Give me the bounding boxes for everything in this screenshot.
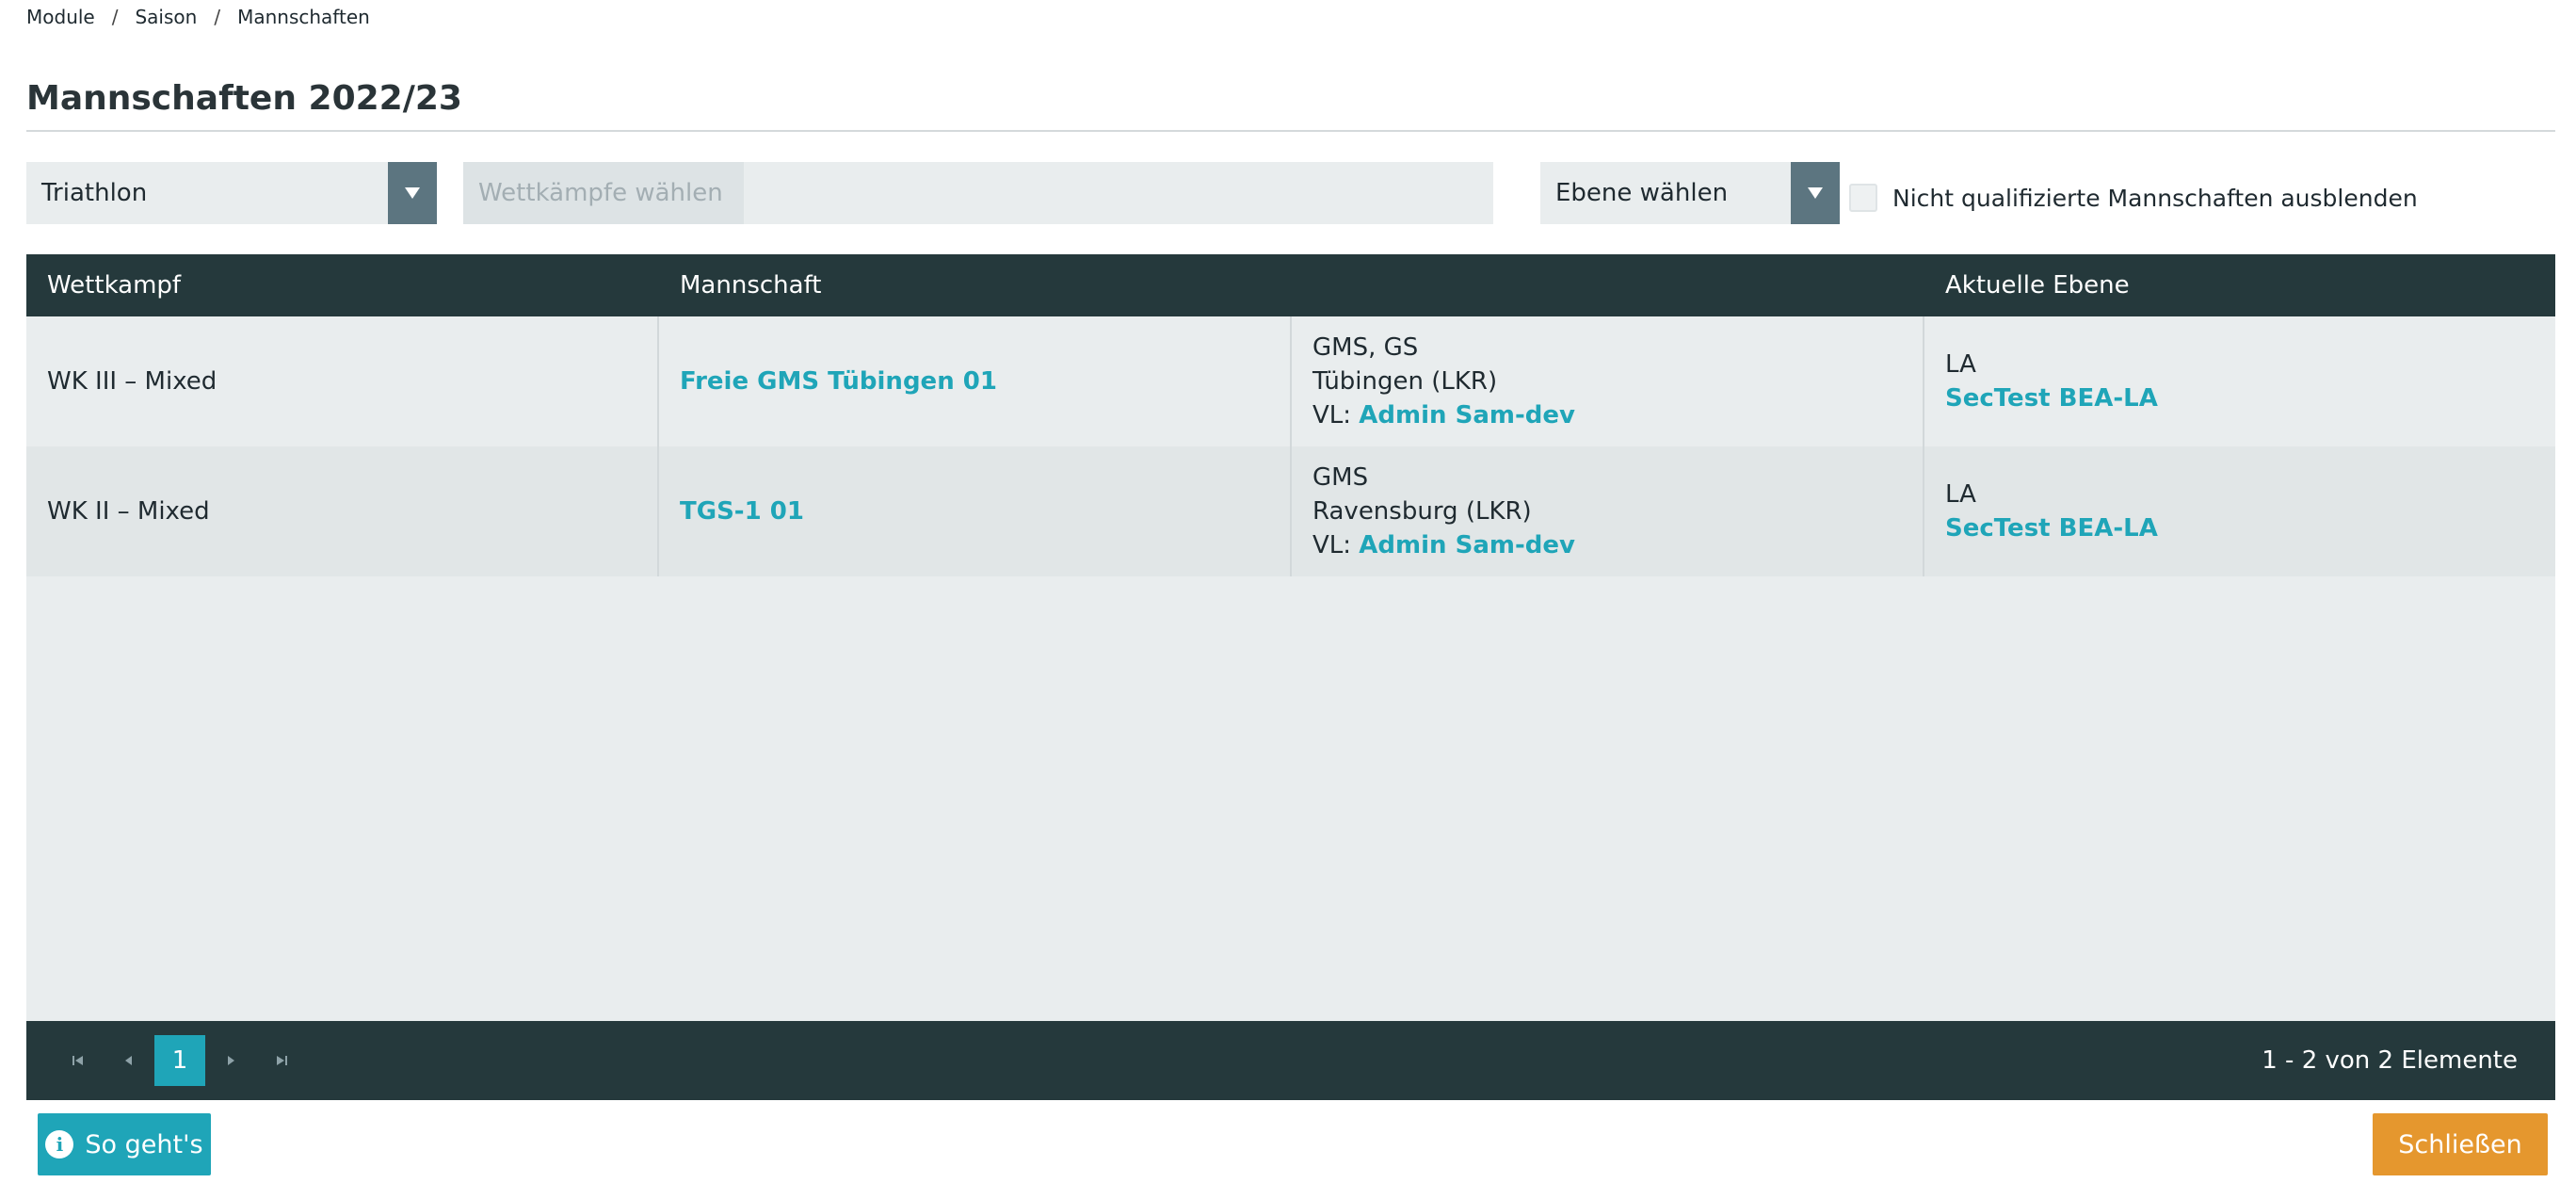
breadcrumb-separator: / <box>214 6 221 28</box>
prev-page-icon[interactable] <box>104 1035 154 1086</box>
school-type: GMS <box>1312 463 1369 492</box>
table-row: WK II – Mixed TGS-1 01 GMS Ravensburg (L… <box>26 446 2555 576</box>
level-code: LA <box>1945 350 1976 379</box>
column-header-wettkampf[interactable]: Wettkampf <box>26 254 659 316</box>
vl-link[interactable]: Admin Sam-dev <box>1359 401 1575 429</box>
cell-level: LA SecTest BEA-LA <box>1924 316 2555 446</box>
pagination-info: 1 - 2 von 2 Elemente <box>2262 1046 2518 1075</box>
column-header-ebene[interactable]: Aktuelle Ebene <box>1924 254 2555 316</box>
title-divider <box>26 130 2555 132</box>
school-type: GMS, GS <box>1312 333 1419 362</box>
competitions-multiselect[interactable]: Wettkämpfe wählen <box>463 162 1493 224</box>
cell-competition: WK III – Mixed <box>26 316 659 446</box>
competitions-placeholder: Wettkämpfe wählen <box>463 162 744 224</box>
breadcrumb: Module / Saison / Mannschaften <box>26 6 370 28</box>
help-button-label: So geht's <box>85 1129 203 1159</box>
help-button[interactable]: i So geht's <box>38 1113 211 1175</box>
page-title: Mannschaften 2022/23 <box>26 79 462 118</box>
vl-prefix: VL: <box>1312 531 1352 559</box>
first-page-icon[interactable] <box>53 1035 104 1086</box>
filter-bar: Triathlon Wettkämpfe wählen Ebene wählen… <box>26 162 2555 224</box>
pagination-bar: 1 1 - 2 von 2 Elemente <box>26 1021 2555 1100</box>
vl-line: VL: Admin Sam-dev <box>1312 398 1923 432</box>
cell-school: GMS, GS Tübingen (LKR) VL: Admin Sam-dev <box>1292 316 1924 446</box>
level-select-value: Ebene wählen <box>1555 179 1729 207</box>
close-button[interactable]: Schließen <box>2373 1113 2548 1175</box>
hide-unqualified-toggle[interactable]: Nicht qualifizierte Mannschaften ausblen… <box>1849 162 2418 224</box>
cell-school: GMS Ravensburg (LKR) VL: Admin Sam-dev <box>1292 446 1924 576</box>
team-link[interactable]: TGS-1 01 <box>680 494 1290 528</box>
column-header-school[interactable] <box>1292 254 1924 316</box>
column-header-mannschaft[interactable]: Mannschaft <box>659 254 1292 316</box>
hide-unqualified-label: Nicht qualifizierte Mannschaften ausblen… <box>1892 184 2418 212</box>
vl-prefix: VL: <box>1312 401 1352 429</box>
district: Ravensburg (LKR) <box>1312 497 1532 526</box>
chevron-down-icon[interactable] <box>1791 162 1840 224</box>
last-page-icon[interactable] <box>256 1035 307 1086</box>
level-link[interactable]: SecTest BEA-LA <box>1945 381 2555 415</box>
cell-competition: WK II – Mixed <box>26 446 659 576</box>
vl-line: VL: Admin Sam-dev <box>1312 528 1923 562</box>
info-icon: i <box>45 1130 74 1159</box>
vl-link[interactable]: Admin Sam-dev <box>1359 531 1575 559</box>
cell-level: LA SecTest BEA-LA <box>1924 446 2555 576</box>
close-button-label: Schließen <box>2398 1129 2522 1159</box>
level-link[interactable]: SecTest BEA-LA <box>1945 511 2555 545</box>
breadcrumb-mannschaften: Mannschaften <box>237 6 370 28</box>
team-link[interactable]: Freie GMS Tübingen 01 <box>680 365 1290 398</box>
table-header: Wettkampf Mannschaft Aktuelle Ebene <box>26 254 2555 316</box>
page-number-current[interactable]: 1 <box>154 1035 205 1086</box>
cell-team: TGS-1 01 <box>659 446 1292 576</box>
next-page-icon[interactable] <box>205 1035 256 1086</box>
hide-unqualified-checkbox[interactable] <box>1849 184 1877 212</box>
level-select[interactable]: Ebene wählen <box>1540 162 1840 224</box>
cell-team: Freie GMS Tübingen 01 <box>659 316 1292 446</box>
table-row: WK III – Mixed Freie GMS Tübingen 01 GMS… <box>26 316 2555 446</box>
teams-table: Wettkampf Mannschaft Aktuelle Ebene WK I… <box>26 254 2555 1100</box>
sport-select[interactable]: Triathlon <box>26 162 437 224</box>
chevron-down-icon[interactable] <box>388 162 437 224</box>
breadcrumb-saison[interactable]: Saison <box>135 6 197 28</box>
breadcrumb-separator: / <box>111 6 119 28</box>
level-code: LA <box>1945 480 1976 509</box>
breadcrumb-module[interactable]: Module <box>26 6 95 28</box>
district: Tübingen (LKR) <box>1312 367 1498 396</box>
sport-select-value: Triathlon <box>41 179 148 207</box>
